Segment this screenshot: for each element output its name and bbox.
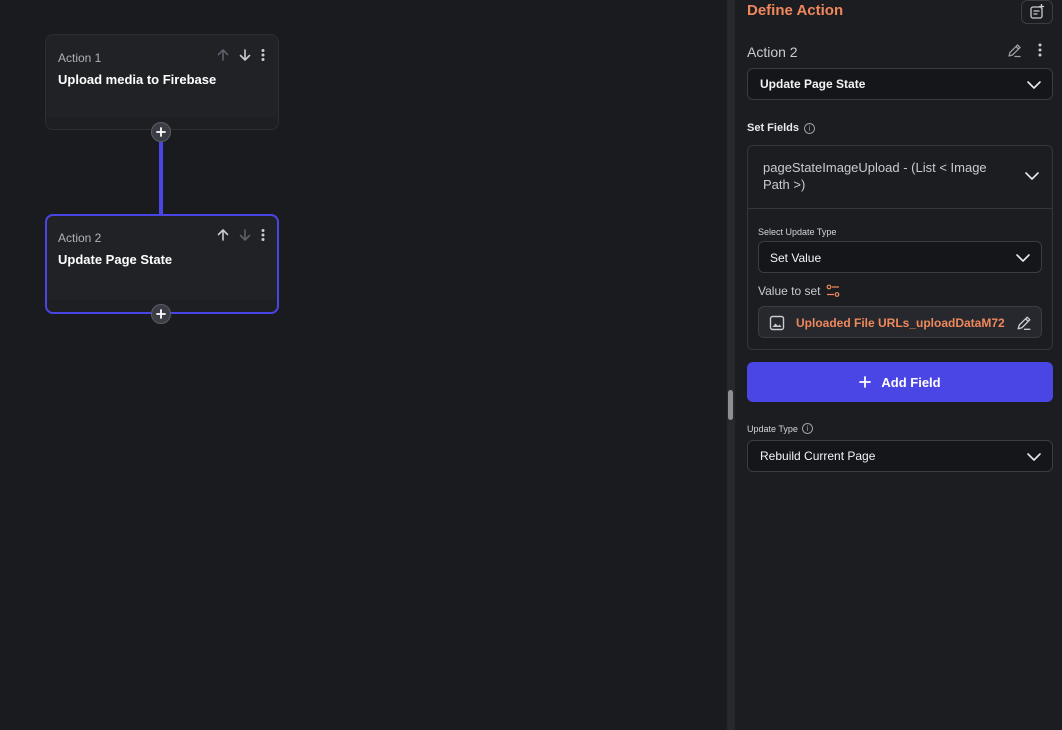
field-header[interactable]: pageStateImageUpload - (List < Image Pat…	[748, 146, 1052, 209]
plus-icon	[859, 376, 872, 388]
action-card-1[interactable]: Action 1 Upload media to Firebase	[45, 34, 279, 130]
chevron-down-icon	[1026, 449, 1042, 470]
set-fields-text: Set Fields	[747, 122, 799, 134]
info-icon[interactable]: i	[803, 122, 815, 134]
panel-title: Define Action	[747, 2, 844, 19]
action-type-dropdown[interactable]: Update Page State	[747, 68, 1053, 100]
plus-icon	[156, 309, 166, 319]
field-name: pageStateImageUpload - (List < Image Pat…	[763, 160, 987, 192]
define-action-panel: Define Action Action 2 Update Page State…	[735, 0, 1062, 730]
panel-divider	[727, 0, 735, 730]
variable-settings-icon[interactable]	[826, 284, 840, 298]
action-type-value: Update Page State	[760, 77, 866, 91]
add-field-label: Add Field	[881, 374, 941, 390]
add-field-button[interactable]: Add Field	[747, 362, 1053, 402]
update-type-text: Update Type	[747, 423, 798, 434]
move-up-icon[interactable]	[216, 48, 230, 62]
chevron-down-icon	[1024, 168, 1040, 189]
action-name: Action 2	[747, 44, 798, 60]
edit-icon[interactable]	[1006, 42, 1023, 59]
plus-icon	[156, 127, 166, 137]
action-card-2[interactable]: Action 2 Update Page State	[45, 214, 279, 314]
image-icon	[769, 315, 785, 331]
add-action-button[interactable]	[151, 304, 171, 324]
action-title: Upload media to Firebase	[58, 72, 217, 87]
edit-icon[interactable]	[1015, 314, 1033, 332]
rebuild-type-dropdown[interactable]: Rebuild Current Page	[747, 440, 1053, 472]
value-to-set-label: Value to set	[758, 284, 840, 298]
flow-connector	[159, 142, 163, 214]
update-type-value: Set Value	[770, 251, 822, 265]
update-type-dropdown[interactable]: Set Value	[758, 241, 1042, 273]
add-note-icon	[1030, 4, 1045, 19]
move-up-icon[interactable]	[216, 228, 230, 242]
chevron-down-icon	[1015, 250, 1031, 271]
set-fields-label: Set Fields i	[747, 122, 815, 134]
rebuild-type-value: Rebuild Current Page	[760, 449, 876, 463]
more-options-icon[interactable]	[260, 48, 266, 62]
resize-handle[interactable]	[728, 390, 733, 420]
value-text: Uploaded File URLs_uploadDataM72	[796, 316, 1005, 330]
move-down-icon[interactable]	[238, 48, 252, 62]
select-update-type-label: Select Update Type	[758, 227, 837, 237]
chevron-down-icon	[1026, 77, 1042, 98]
value-to-set-text: Value to set	[758, 284, 821, 298]
action-title: Update Page State	[58, 252, 173, 267]
notes-button[interactable]	[1021, 0, 1053, 24]
move-down-icon[interactable]	[238, 228, 252, 242]
update-type-label: Update Type i	[747, 423, 813, 434]
field-editor: pageStateImageUpload - (List < Image Pat…	[747, 145, 1053, 350]
add-action-button[interactable]	[151, 122, 171, 142]
more-options-icon[interactable]	[1037, 42, 1043, 58]
info-icon[interactable]: i	[801, 423, 813, 434]
action-number-label: Action 1	[58, 51, 102, 65]
action-number-label: Action 2	[58, 231, 102, 245]
value-chip[interactable]: Uploaded File URLs_uploadDataM72	[758, 306, 1042, 338]
more-options-icon[interactable]	[260, 228, 266, 242]
action-flow-canvas: Action 1 Upload media to Firebase Action…	[0, 0, 727, 730]
